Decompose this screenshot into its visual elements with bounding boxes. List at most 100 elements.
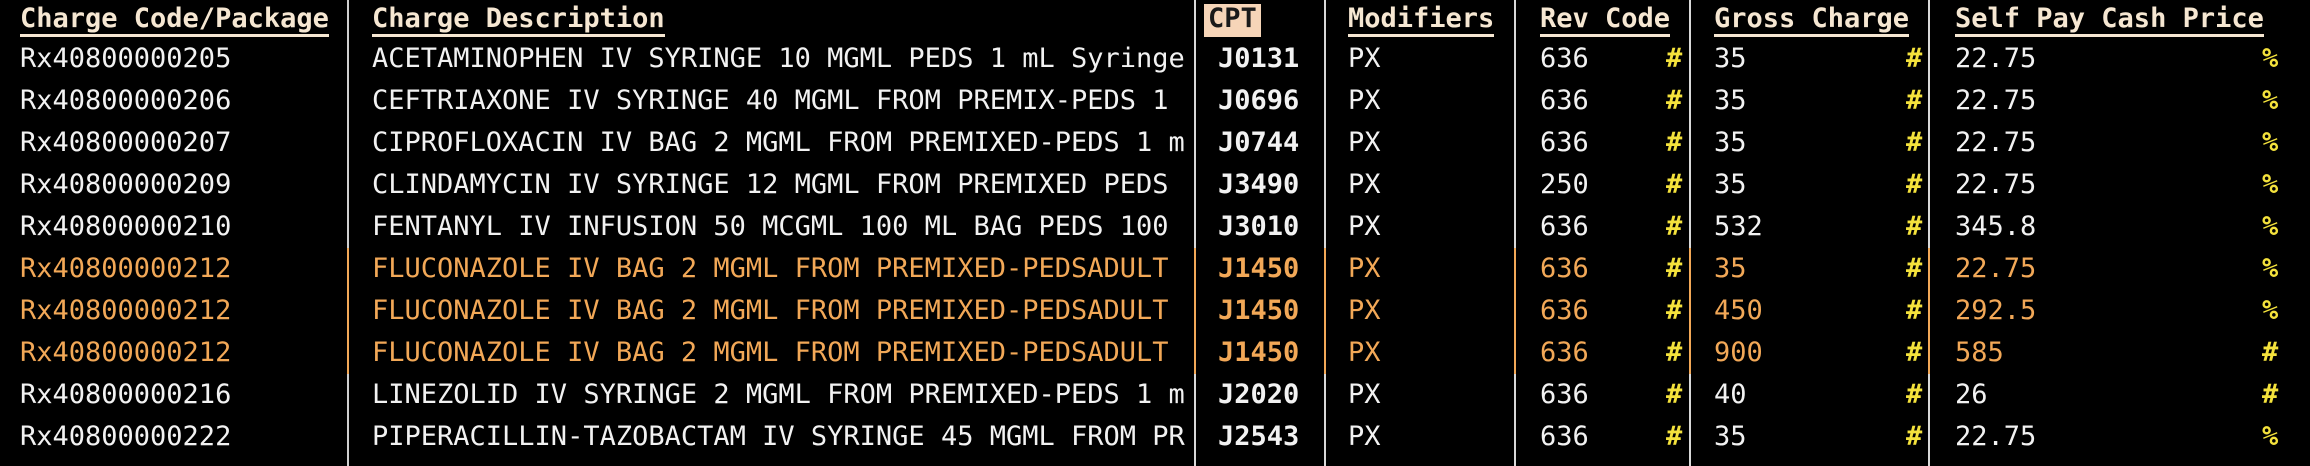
cell-gross-charge[interactable]: 35: [1714, 38, 1884, 80]
cell-gross-charge[interactable]: 40: [1714, 374, 1884, 416]
table-row[interactable]: Rx40800000222 PIPERACILLIN-TAZOBACTAM IV …: [0, 416, 2310, 458]
self-pay-type-marker: %: [2262, 211, 2279, 242]
cell-self-pay-cash-price[interactable]: 22.75: [1955, 38, 2255, 80]
cell-rev-code[interactable]: 636: [1540, 290, 1650, 332]
cell-rev-code[interactable]: 636: [1540, 248, 1650, 290]
cell-charge-description[interactable]: ACETAMINOPHEN IV SYRINGE 10 MGML PEDS 1 …: [372, 38, 1187, 80]
cell-self-pay-cash-price[interactable]: 26: [1955, 374, 2255, 416]
cell-charge-code[interactable]: Rx40800000216: [20, 374, 340, 416]
cell-charge-code[interactable]: Rx40800000209: [20, 164, 340, 206]
cell-cpt[interactable]: J3010: [1218, 206, 1318, 248]
cell-self-pay-cash-price[interactable]: 22.75: [1955, 248, 2255, 290]
gross-charge-type-marker: #: [1906, 295, 1923, 326]
cell-modifiers[interactable]: PX: [1348, 374, 1508, 416]
self-pay-type-marker: #: [2262, 379, 2279, 410]
highlighted-column-separator: [1689, 332, 1691, 374]
self-pay-type-marker: %: [2262, 253, 2279, 284]
cell-charge-description[interactable]: FLUCONAZOLE IV BAG 2 MGML FROM PREMIXED-…: [372, 248, 1187, 290]
cell-self-pay-cash-price[interactable]: 292.5: [1955, 290, 2255, 332]
cell-charge-description[interactable]: FLUCONAZOLE IV BAG 2 MGML FROM PREMIXED-…: [372, 290, 1187, 332]
highlighted-column-separator: [347, 332, 349, 374]
self-pay-type-marker: %: [2262, 43, 2279, 74]
header-charge-code[interactable]: Charge Code/Package: [20, 0, 329, 38]
cell-charge-description[interactable]: FENTANYL IV INFUSION 50 MCGML 100 ML BAG…: [372, 206, 1187, 248]
table-row[interactable]: Rx40800000212 FLUCONAZOLE IV BAG 2 MGML F…: [0, 290, 2310, 332]
gross-charge-type-marker: #: [1906, 169, 1923, 200]
cell-modifiers[interactable]: PX: [1348, 122, 1508, 164]
table-row[interactable]: Rx40800000207 CIPROFLOXACIN IV BAG 2 MGML…: [0, 122, 2310, 164]
cell-cpt[interactable]: J2020: [1218, 374, 1318, 416]
cell-modifiers[interactable]: PX: [1348, 206, 1508, 248]
cell-cpt[interactable]: J0131: [1218, 38, 1318, 80]
cell-rev-code[interactable]: 636: [1540, 416, 1650, 458]
cell-cpt[interactable]: J2543: [1218, 416, 1318, 458]
rev-code-type-marker: #: [1666, 253, 1683, 284]
header-cpt[interactable]: CPT: [1204, 0, 1261, 38]
cell-gross-charge[interactable]: 450: [1714, 290, 1884, 332]
table-row[interactable]: Rx40800000205 ACETAMINOPHEN IV SYRINGE 10…: [0, 38, 2310, 80]
cell-cpt[interactable]: J1450: [1218, 248, 1318, 290]
cell-self-pay-cash-price[interactable]: 22.75: [1955, 164, 2255, 206]
cell-charge-description[interactable]: CEFTRIAXONE IV SYRINGE 40 MGML FROM PREM…: [372, 80, 1187, 122]
cell-modifiers[interactable]: PX: [1348, 332, 1508, 374]
cell-rev-code[interactable]: 636: [1540, 374, 1650, 416]
cell-modifiers[interactable]: PX: [1348, 416, 1508, 458]
cell-modifiers[interactable]: PX: [1348, 80, 1508, 122]
header-self-pay-cash-price[interactable]: Self Pay Cash Price: [1955, 0, 2264, 38]
table-row[interactable]: Rx40800000209 CLINDAMYCIN IV SYRINGE 12 M…: [0, 164, 2310, 206]
cell-rev-code[interactable]: 636: [1540, 332, 1650, 374]
cell-modifiers[interactable]: PX: [1348, 38, 1508, 80]
cell-charge-description[interactable]: CIPROFLOXACIN IV BAG 2 MGML FROM PREMIXE…: [372, 122, 1187, 164]
cell-gross-charge[interactable]: 532: [1714, 206, 1884, 248]
cell-charge-description[interactable]: LINEZOLID IV SYRINGE 2 MGML FROM PREMIXE…: [372, 374, 1187, 416]
cell-rev-code[interactable]: 636: [1540, 38, 1650, 80]
cell-charge-description[interactable]: PIPERACILLIN-TAZOBACTAM IV SYRINGE 45 MG…: [372, 416, 1187, 458]
cell-charge-code[interactable]: Rx40800000210: [20, 206, 340, 248]
cell-gross-charge[interactable]: 35: [1714, 164, 1884, 206]
cell-modifiers[interactable]: PX: [1348, 164, 1508, 206]
cell-cpt[interactable]: J3490: [1218, 164, 1318, 206]
header-row: Charge Code/Package Charge Description C…: [0, 0, 2310, 38]
cell-self-pay-cash-price[interactable]: 585: [1955, 332, 2255, 374]
cell-gross-charge[interactable]: 35: [1714, 122, 1884, 164]
table-row[interactable]: Rx40800000210 FENTANYL IV INFUSION 50 MCG…: [0, 206, 2310, 248]
cell-charge-description[interactable]: FLUCONAZOLE IV BAG 2 MGML FROM PREMIXED-…: [372, 332, 1187, 374]
cell-rev-code[interactable]: 636: [1540, 122, 1650, 164]
cell-cpt[interactable]: J1450: [1218, 332, 1318, 374]
cell-gross-charge[interactable]: 900: [1714, 332, 1884, 374]
highlighted-column-separator: [1928, 332, 1930, 374]
header-rev-code[interactable]: Rev Code: [1540, 0, 1671, 38]
table-body: Rx40800000205 ACETAMINOPHEN IV SYRINGE 10…: [0, 38, 2310, 458]
cell-rev-code[interactable]: 636: [1540, 206, 1650, 248]
table-row[interactable]: Rx40800000216 LINEZOLID IV SYRINGE 2 MGML…: [0, 374, 2310, 416]
cell-charge-description[interactable]: CLINDAMYCIN IV SYRINGE 12 MGML FROM PREM…: [372, 164, 1187, 206]
header-modifiers[interactable]: Modifiers: [1348, 0, 1495, 38]
table-row[interactable]: Rx40800000206 CEFTRIAXONE IV SYRINGE 40 M…: [0, 80, 2310, 122]
cell-gross-charge[interactable]: 35: [1714, 416, 1884, 458]
cell-gross-charge[interactable]: 35: [1714, 248, 1884, 290]
cell-charge-code[interactable]: Rx40800000212: [20, 290, 340, 332]
table-row[interactable]: Rx40800000212 FLUCONAZOLE IV BAG 2 MGML F…: [0, 332, 2310, 374]
cell-charge-code[interactable]: Rx40800000205: [20, 38, 340, 80]
cell-modifiers[interactable]: PX: [1348, 248, 1508, 290]
cell-self-pay-cash-price[interactable]: 22.75: [1955, 416, 2255, 458]
cell-charge-code[interactable]: Rx40800000212: [20, 332, 340, 374]
cell-charge-code[interactable]: Rx40800000212: [20, 248, 340, 290]
cell-rev-code[interactable]: 250: [1540, 164, 1650, 206]
cell-charge-code[interactable]: Rx40800000206: [20, 80, 340, 122]
cell-cpt[interactable]: J0744: [1218, 122, 1318, 164]
header-charge-description[interactable]: Charge Description: [372, 0, 665, 38]
table-row[interactable]: Rx40800000212 FLUCONAZOLE IV BAG 2 MGML F…: [0, 248, 2310, 290]
cell-gross-charge[interactable]: 35: [1714, 80, 1884, 122]
cell-modifiers[interactable]: PX: [1348, 290, 1508, 332]
cell-cpt[interactable]: J1450: [1218, 290, 1318, 332]
cell-charge-code[interactable]: Rx40800000207: [20, 122, 340, 164]
cell-rev-code[interactable]: 636: [1540, 80, 1650, 122]
cell-charge-code[interactable]: Rx40800000222: [20, 416, 340, 458]
header-gross-charge[interactable]: Gross Charge: [1714, 0, 1910, 38]
cell-self-pay-cash-price[interactable]: 22.75: [1955, 80, 2255, 122]
cell-cpt[interactable]: J0696: [1218, 80, 1318, 122]
cell-self-pay-cash-price[interactable]: 22.75: [1955, 122, 2255, 164]
rev-code-type-marker: #: [1666, 379, 1683, 410]
cell-self-pay-cash-price[interactable]: 345.8: [1955, 206, 2255, 248]
